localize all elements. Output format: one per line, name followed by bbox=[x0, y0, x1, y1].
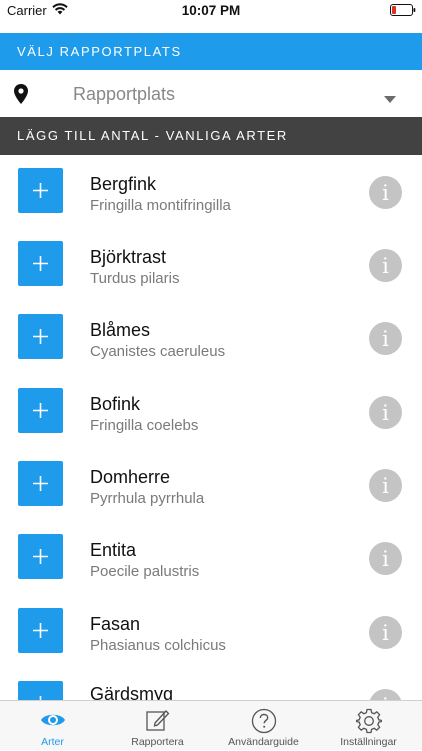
species-name: Domherre bbox=[90, 467, 171, 487]
list-item: Björktrast Turdus pilaris i bbox=[0, 228, 422, 301]
add-count-button[interactable] bbox=[18, 681, 63, 700]
plus-icon bbox=[33, 476, 48, 491]
plus-icon bbox=[33, 403, 48, 418]
info-icon[interactable]: i bbox=[369, 469, 402, 502]
list-item: Blåmes Cyanistes caeruleus i bbox=[0, 301, 422, 374]
species-list[interactable]: Bergfink Fringilla montifringilla i Björ… bbox=[0, 155, 422, 700]
plus-icon bbox=[33, 623, 48, 638]
location-pin-icon bbox=[14, 84, 28, 109]
species-latin-name: Poecile palustris bbox=[90, 563, 200, 580]
eye-icon bbox=[41, 714, 65, 726]
tab-label: Rapportera bbox=[131, 736, 184, 748]
info-icon[interactable]: i bbox=[369, 322, 402, 355]
tab-label: Användarguide bbox=[228, 736, 299, 748]
clock: 10:07 PM bbox=[181, 3, 241, 18]
list-item: Fasan Phasianus colchicus i bbox=[0, 595, 422, 668]
species-latin-name: Turdus pilaris bbox=[90, 270, 180, 287]
tab-arter[interactable]: Arter bbox=[0, 701, 105, 751]
info-icon[interactable]: i bbox=[369, 176, 402, 209]
add-count-button[interactable] bbox=[18, 168, 63, 213]
species-latin-name: Fringilla coelebs bbox=[90, 417, 199, 434]
info-icon[interactable]: i bbox=[369, 689, 402, 700]
list-item: Bergfink Fringilla montifringilla i bbox=[0, 155, 422, 228]
location-picker-placeholder: Rapportplats bbox=[73, 84, 176, 104]
add-count-button[interactable] bbox=[18, 388, 63, 433]
species-name: Fasan bbox=[90, 614, 141, 634]
tab-label: Arter bbox=[41, 736, 64, 748]
tab-installningar[interactable]: Inställningar bbox=[316, 701, 421, 751]
species-latin-name: Pyrrhula pyrrhula bbox=[90, 490, 205, 507]
add-count-button[interactable] bbox=[18, 314, 63, 359]
species-name: Bergfink bbox=[90, 174, 157, 194]
add-count-button[interactable] bbox=[18, 461, 63, 506]
info-icon[interactable]: i bbox=[369, 249, 402, 282]
species-name: Entita bbox=[90, 540, 137, 560]
report-location-header: VÄLJ RAPPORTPLATS bbox=[0, 33, 422, 70]
location-picker[interactable]: Rapportplats bbox=[0, 72, 422, 116]
add-count-button[interactable] bbox=[18, 241, 63, 286]
plus-icon bbox=[33, 256, 48, 271]
tab-label: Inställningar bbox=[340, 736, 397, 748]
help-icon bbox=[251, 708, 277, 734]
species-latin-name: Phasianus colchicus bbox=[90, 637, 226, 654]
status-bar: Carrier 10:07 PM bbox=[0, 0, 422, 22]
species-name: Blåmes bbox=[90, 320, 151, 340]
edit-icon bbox=[146, 710, 170, 731]
add-count-button[interactable] bbox=[18, 534, 63, 579]
add-count-button[interactable] bbox=[18, 608, 63, 653]
common-species-section-header: LÄGG TILL ANTAL - VANLIGA ARTER bbox=[0, 117, 422, 155]
list-item: Entita Poecile palustris i bbox=[0, 521, 422, 594]
list-item: Domherre Pyrrhula pyrrhula i bbox=[0, 448, 422, 521]
dropdown-caret-icon bbox=[384, 90, 396, 108]
species-name: Björktrast bbox=[90, 247, 167, 267]
plus-icon bbox=[33, 549, 48, 564]
battery-icon bbox=[390, 4, 416, 16]
species-latin-name: Fringilla montifringilla bbox=[90, 197, 231, 214]
list-item: Bofink Fringilla coelebs i bbox=[0, 375, 422, 448]
plus-icon bbox=[33, 329, 48, 344]
species-latin-name: Cyanistes caeruleus bbox=[90, 343, 226, 360]
list-item: Gärdsmyg i bbox=[0, 668, 422, 700]
info-icon[interactable]: i bbox=[369, 542, 402, 575]
species-name: Gärdsmyg bbox=[90, 684, 174, 700]
info-icon[interactable]: i bbox=[369, 616, 402, 649]
species-name: Bofink bbox=[90, 394, 141, 414]
tab-rapportera[interactable]: Rapportera bbox=[105, 701, 210, 751]
gear-icon bbox=[356, 708, 382, 734]
tab-anvandarguide[interactable]: Användarguide bbox=[211, 701, 316, 751]
tab-bar: Arter Rapportera Användarguide Inställni… bbox=[0, 700, 422, 750]
info-icon[interactable]: i bbox=[369, 396, 402, 429]
plus-icon bbox=[33, 183, 48, 198]
